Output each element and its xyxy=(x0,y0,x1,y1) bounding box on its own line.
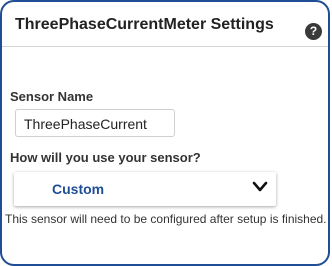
configuration-note: This sensor will need to be configured a… xyxy=(5,212,327,226)
settings-dialog: ThreePhaseCurrentMeter Settings ? Sensor… xyxy=(0,0,330,266)
dialog-title: ThreePhaseCurrentMeter Settings xyxy=(15,16,274,33)
usage-label: How will you use your sensor? xyxy=(10,150,201,165)
question-mark-icon[interactable]: ? xyxy=(305,23,322,40)
usage-selected-value: Custom xyxy=(52,181,105,197)
sensor-name-label: Sensor Name xyxy=(10,89,94,104)
usage-select[interactable]: Custom xyxy=(14,172,276,206)
chevron-down-icon xyxy=(252,181,268,192)
sensor-name-input[interactable]: ThreePhaseCurrent xyxy=(15,109,175,137)
dialog-header: ThreePhaseCurrentMeter Settings ? xyxy=(2,2,328,47)
